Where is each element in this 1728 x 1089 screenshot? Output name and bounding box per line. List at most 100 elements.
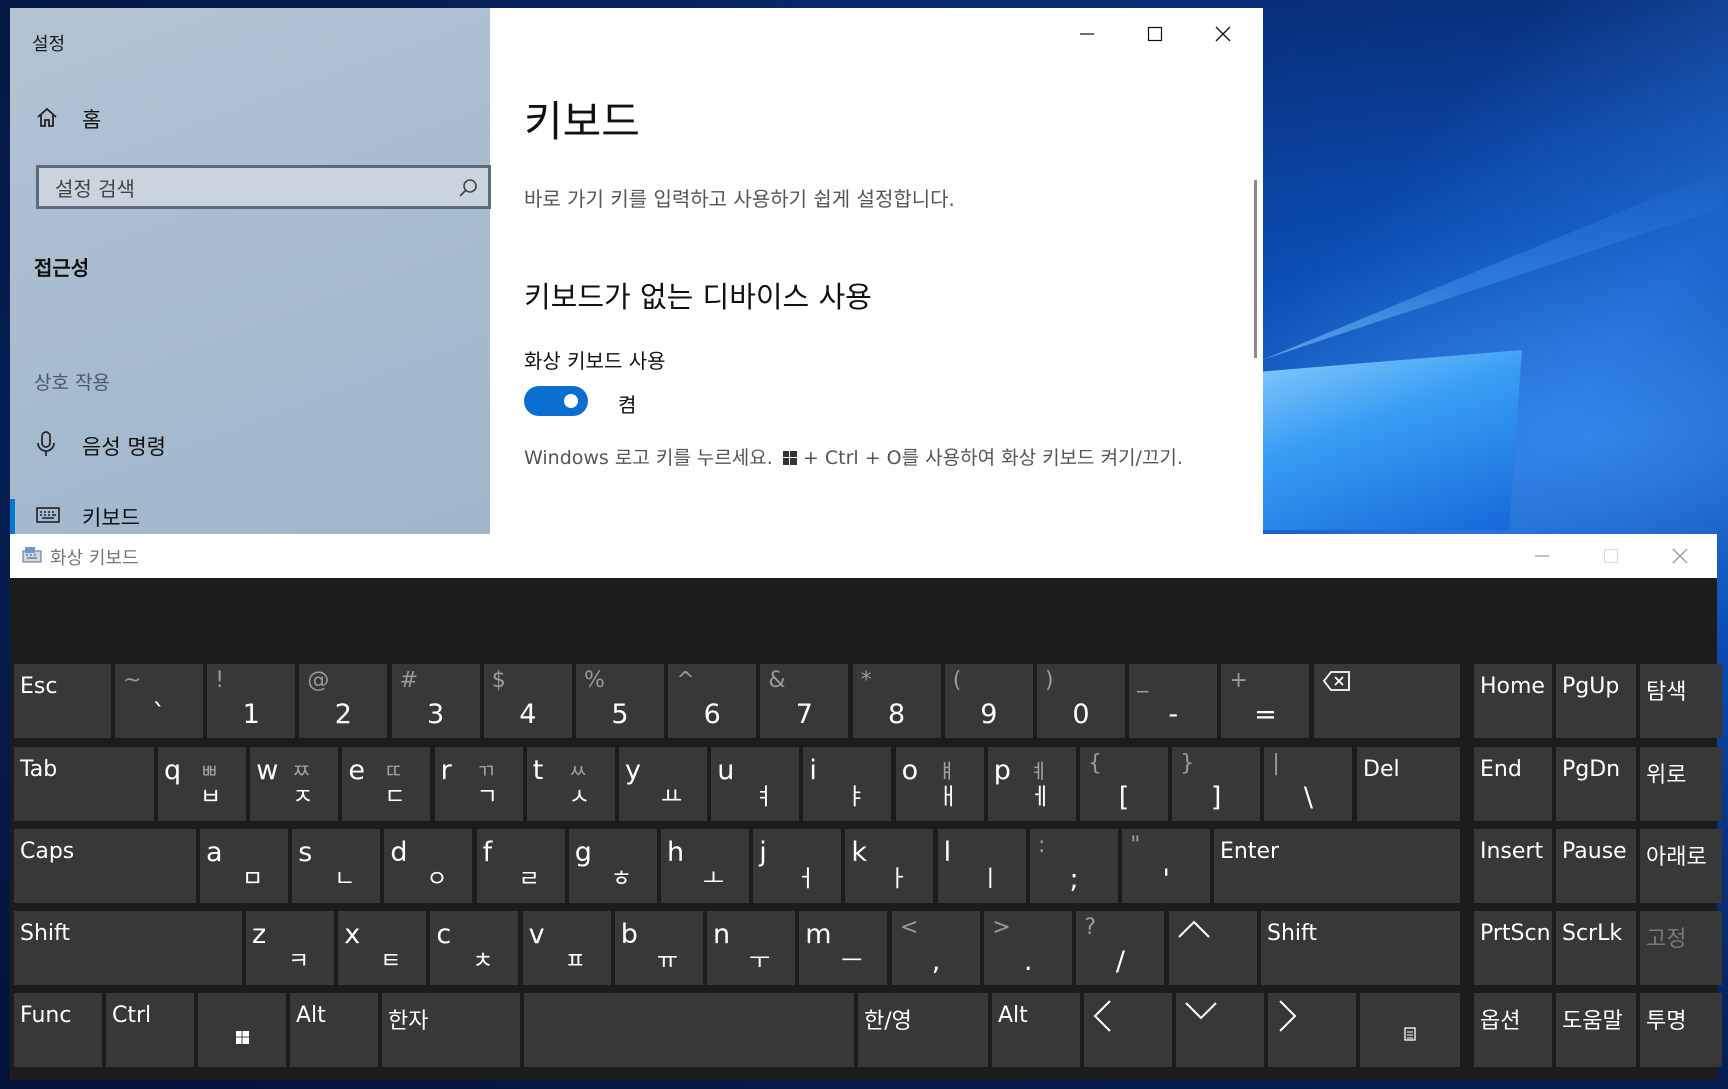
key-hanja[interactable]: 한자 — [382, 993, 520, 1067]
key-backspace[interactable] — [1314, 664, 1460, 738]
key-options[interactable]: 옵션 — [1474, 993, 1552, 1067]
key-i[interactable]: iㅑ — [803, 747, 892, 821]
key-shift-char: } — [1180, 751, 1195, 776]
key-y[interactable]: yㅛ — [619, 747, 707, 821]
key-slash[interactable]: ? / — [1076, 911, 1165, 985]
key-7[interactable]: & 7 — [760, 664, 849, 738]
key-latin-char: b — [620, 919, 638, 950]
osk-maximize-button[interactable] — [1578, 534, 1644, 578]
key-period[interactable]: >. — [984, 911, 1073, 985]
key-b[interactable]: bㅠ — [614, 911, 703, 985]
key-5[interactable]: % 5 — [576, 664, 664, 738]
key-x[interactable]: xㅌ — [338, 911, 427, 985]
close-button[interactable] — [1190, 8, 1256, 60]
key-s[interactable]: sㄴ — [292, 829, 381, 903]
key-j[interactable]: jㅓ — [753, 829, 842, 903]
key-l[interactable]: lㅣ — [937, 829, 1026, 903]
key-arrow-down[interactable] — [1176, 993, 1264, 1067]
key-w[interactable]: wㅉㅈ — [250, 747, 339, 821]
key-q[interactable]: qㅃㅂ — [158, 747, 246, 821]
key-insert[interactable]: Insert — [1474, 829, 1552, 903]
key-del[interactable]: Del — [1357, 747, 1460, 821]
key-r[interactable]: rㄲㄱ — [434, 747, 523, 821]
key-`[interactable]: ~ ` — [115, 664, 203, 738]
content-scrollbar[interactable] — [1254, 180, 1257, 358]
key-esc[interactable]: Esc — [14, 664, 111, 738]
key-alt-left[interactable]: Alt — [290, 993, 378, 1067]
minimize-button[interactable] — [1054, 8, 1120, 60]
key-pgup[interactable]: PgUp — [1556, 664, 1636, 738]
key-=[interactable]: + = — [1221, 664, 1310, 738]
key-pause[interactable]: Pause — [1556, 829, 1636, 903]
search-input[interactable] — [53, 174, 437, 204]
key-enter[interactable]: Enter — [1214, 829, 1460, 903]
key-prtscn[interactable]: PrtScn — [1474, 911, 1552, 985]
settings-search-box[interactable] — [36, 165, 491, 209]
sidebar-item-voice[interactable]: 음성 명령 — [10, 420, 490, 472]
key-alt-right[interactable]: Alt — [992, 993, 1080, 1067]
key-caps[interactable]: Caps — [14, 829, 196, 903]
key-u[interactable]: uㅕ — [711, 747, 800, 821]
key-9[interactable]: (9 — [944, 664, 1033, 738]
key-windows[interactable] — [198, 993, 286, 1067]
key-e[interactable]: eㄸㄷ — [342, 747, 431, 821]
key-pgdn[interactable]: PgDn — [1556, 747, 1636, 821]
key-n[interactable]: nㅜ — [707, 911, 795, 985]
key-label: Del — [1363, 757, 1400, 782]
osk-close-button[interactable] — [1647, 534, 1713, 578]
osk-toggle-switch[interactable] — [524, 386, 588, 416]
search-icon[interactable] — [458, 178, 478, 202]
key-k[interactable]: kㅏ — [845, 829, 934, 903]
key-a[interactable]: aㅁ — [200, 829, 288, 903]
key-hanyeong[interactable]: 한/영 — [858, 993, 988, 1067]
key-semicolon[interactable]: :; — [1030, 829, 1118, 903]
key-m[interactable]: mㅡ — [799, 911, 888, 985]
key-shift-left[interactable]: Shift — [14, 911, 242, 985]
key-[[interactable]: {[ — [1080, 747, 1168, 821]
key-g[interactable]: gㅎ — [568, 829, 657, 903]
key-\[interactable]: | \ — [1264, 747, 1353, 821]
key-quote[interactable]: " ' — [1122, 829, 1211, 903]
key-f[interactable]: fㄹ — [476, 829, 565, 903]
key-h[interactable]: hㅗ — [661, 829, 749, 903]
key-shift-right[interactable]: Shift — [1261, 911, 1460, 985]
key-end[interactable]: End — [1474, 747, 1552, 821]
key-z[interactable]: zㅋ — [246, 911, 334, 985]
maximize-button[interactable] — [1122, 8, 1188, 60]
key-o[interactable]: oㅒㅐ — [895, 747, 984, 821]
key-][interactable]: }] — [1172, 747, 1261, 821]
nav-home[interactable]: 홈 — [36, 104, 101, 134]
key-tab[interactable]: Tab — [14, 747, 154, 821]
key-4[interactable]: $4 — [483, 664, 572, 738]
key-d[interactable]: dㅇ — [384, 829, 473, 903]
key-t[interactable]: tㅆㅅ — [526, 747, 615, 821]
key-arrow-left[interactable] — [1084, 993, 1172, 1067]
key-c[interactable]: cㅊ — [430, 911, 519, 985]
key-down[interactable]: 아래로 — [1640, 829, 1722, 903]
key-ctrl[interactable]: Ctrl — [106, 993, 194, 1067]
key-arrow-right[interactable] — [1268, 993, 1356, 1067]
key-fade[interactable]: 투명 — [1640, 993, 1722, 1067]
key-0[interactable]: ) 0 — [1037, 664, 1125, 738]
key-3[interactable]: #3 — [391, 664, 480, 738]
key--[interactable]: _ - — [1129, 664, 1218, 738]
key-1[interactable]: ! 1 — [207, 664, 296, 738]
key-arrow-up[interactable] — [1169, 911, 1257, 985]
key-home[interactable]: Home — [1474, 664, 1552, 738]
key-func[interactable]: Func — [14, 993, 102, 1067]
key-v[interactable]: vㅍ — [522, 911, 611, 985]
key-p[interactable]: pㅖㅔ — [987, 747, 1076, 821]
key-comma[interactable]: <, — [892, 911, 980, 985]
key-nav[interactable]: 탐색 — [1640, 664, 1722, 738]
key-context-menu[interactable] — [1360, 993, 1460, 1067]
key-up[interactable]: 위로 — [1640, 747, 1722, 821]
key-space[interactable] — [524, 993, 854, 1067]
key-2[interactable]: @2 — [299, 664, 388, 738]
key-scrlk[interactable]: ScrLk — [1556, 911, 1636, 985]
osk-minimize-button[interactable] — [1509, 534, 1575, 578]
sidebar-item-keyboard[interactable]: 키보드 — [10, 491, 490, 534]
key-8[interactable]: * 8 — [852, 664, 941, 738]
key-pin[interactable]: 고정 — [1640, 911, 1722, 985]
key-6[interactable]: ^ 6 — [668, 664, 757, 738]
key-help[interactable]: 도움말 — [1556, 993, 1636, 1067]
